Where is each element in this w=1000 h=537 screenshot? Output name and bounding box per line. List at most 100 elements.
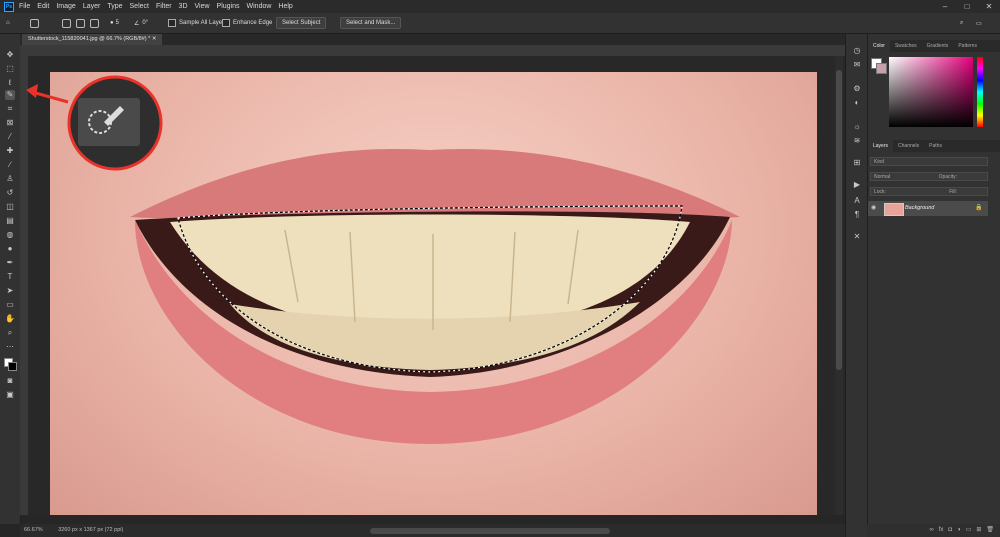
eye-icon[interactable]: ◉ [871,201,876,216]
zoom-tool-icon[interactable]: ⌕ [5,328,15,338]
dodge-tool-icon[interactable]: ● [5,244,15,254]
add-to-selection-icon[interactable] [76,13,89,33]
tab-channels[interactable]: Channels [893,140,924,152]
menu-file[interactable]: File [19,3,30,10]
subtract-from-selection-icon[interactable] [90,13,103,33]
crop-tool-icon[interactable]: ⌗ [5,104,15,114]
hand-tool-icon[interactable]: ✋ [5,314,15,324]
hue-slider[interactable] [977,57,983,127]
adjustment-layer-icon[interactable]: ◑ [957,524,961,537]
background-color-swatch[interactable] [8,362,17,371]
character-icon[interactable]: A [852,196,862,206]
menu-image[interactable]: Image [56,3,75,10]
enhance-edge-checkbox[interactable]: Enhance Edge [222,13,272,33]
screen-mode-icon[interactable]: ▣ [5,390,15,400]
new-selection-icon[interactable] [62,13,75,33]
horizontal-scroll-thumb[interactable] [370,528,610,534]
blur-tool-icon[interactable]: ◍ [5,230,15,240]
comments-icon[interactable]: ✉ [852,60,862,70]
document-tab-title: Shutterstock_115820041.jpg @ 66.7% (RGB/… [28,36,151,42]
vertical-scroll-thumb[interactable] [836,70,842,370]
menu-select[interactable]: Select [130,3,149,10]
color-field[interactable] [889,57,973,127]
menu-view[interactable]: View [195,3,210,10]
brushes-icon[interactable]: ≋ [852,136,862,146]
blend-mode-select[interactable]: Normal Opacity: [870,172,988,181]
menu-help[interactable]: Help [278,3,292,10]
menu-3d[interactable]: 3D [179,3,188,10]
home-icon[interactable]: ⌂ [6,13,10,33]
move-tool-icon[interactable]: ✥ [5,50,15,60]
tool-preset-icon[interactable] [30,13,43,33]
marquee-tool-icon[interactable]: ⬚ [5,64,15,74]
quick-mask-icon[interactable]: ◙ [5,376,15,386]
eraser-tool-icon[interactable]: ◫ [5,202,15,212]
layers-footer: ∞ fx ◘ ◑ ▭ ⊞ 🗑 [867,524,1000,537]
history-brush-icon[interactable]: ↺ [5,188,15,198]
tab-patterns[interactable]: Patterns [953,40,982,52]
fill-label: Fill: [949,189,957,195]
type-tool-icon[interactable]: T [5,272,15,282]
rectangle-tool-icon[interactable]: ▭ [5,300,15,310]
healing-brush-icon[interactable]: ✚ [5,146,15,156]
paragraph-icon[interactable]: ¶ [852,210,862,220]
gradient-tool-icon[interactable]: ▤ [5,216,15,226]
zoom-level[interactable]: 66.67% [24,527,43,533]
mask-icon[interactable]: ◘ [948,524,952,537]
brush-size-picker[interactable]: ● 5 [110,13,119,33]
group-icon[interactable]: ▭ [966,524,972,537]
quick-selection-tool-icon[interactable]: ✎ [5,90,15,100]
tab-swatches[interactable]: Swatches [890,40,922,52]
angle-field[interactable]: ∠ 0° [134,13,148,33]
brush-tool-icon[interactable]: ∕ [5,160,15,170]
frame-tool-icon[interactable]: ⊠ [5,118,15,128]
link-icon[interactable]: ∞ [929,524,933,537]
delete-layer-icon[interactable]: 🗑 [986,524,994,537]
more-tools-icon[interactable]: ⋯ [5,342,15,352]
search-icon[interactable]: ⌕ [960,13,963,33]
new-layer-icon[interactable]: ⊞ [976,524,981,537]
brush-size-value: 5 [115,20,119,26]
menu-edit[interactable]: Edit [37,3,49,10]
glyphs-icon[interactable]: ⊞ [852,158,862,168]
tab-color[interactable]: Color [868,40,890,52]
kind-filter[interactable]: Kind [870,157,988,166]
properties-icon[interactable]: ⚙ [852,84,862,94]
eyedropper-tool-icon[interactable]: ⁄ [5,132,15,142]
tools-icon[interactable]: ✕ [852,232,862,242]
menu-layer[interactable]: Layer [83,3,101,10]
adjustments-icon[interactable]: ◐ [852,98,862,108]
workspace-icon[interactable]: ▭ [976,13,982,33]
panel-icon-strip: ◷ ✉ ⚙ ◐ ☼ ≋ ⊞ ▶ A ¶ ✕ [845,34,868,537]
angle-value: 0° [142,20,149,26]
fx-icon[interactable]: fx [939,524,944,537]
menu-plugins[interactable]: Plugins [217,3,240,10]
maximize-button[interactable]: □ [956,0,978,13]
menu-bar: Ps File Edit Image Layer Type Select Fil… [0,0,1000,13]
blend-mode-value: Normal [874,174,891,180]
lock-label: Lock: [874,189,886,195]
close-button[interactable]: ✕ [978,0,1000,13]
pen-tool-icon[interactable]: ✒ [5,258,15,268]
tool-callout [26,75,163,171]
lasso-tool-icon[interactable]: ℓ [5,78,15,88]
path-selection-icon[interactable]: ➤ [5,286,15,296]
sample-all-layers-label: Sample All Layers [179,20,228,26]
close-tab-icon[interactable]: ✕ [152,36,157,42]
sample-all-layers-checkbox[interactable]: Sample All Layers [168,13,227,33]
select-and-mask-button[interactable]: Select and Mask... [340,17,402,29]
tab-paths[interactable]: Paths [924,140,947,152]
actions-icon[interactable]: ▶ [852,180,862,190]
menu-filter[interactable]: Filter [156,3,172,10]
history-icon[interactable]: ◷ [852,46,862,56]
menu-type[interactable]: Type [107,3,122,10]
tab-layers[interactable]: Layers [868,140,894,152]
panel-background-swatch[interactable] [876,63,887,74]
tab-gradients[interactable]: Gradients [922,40,954,52]
libraries-icon[interactable]: ☼ [852,122,862,132]
select-subject-button[interactable]: Select Subject [276,17,327,29]
minimize-button[interactable]: – [934,0,956,13]
document-tab[interactable]: Shutterstock_115820041.jpg @ 66.7% (RGB/… [22,34,163,45]
menu-window[interactable]: Window [247,3,272,10]
clone-stamp-icon[interactable]: ♙ [5,174,15,184]
